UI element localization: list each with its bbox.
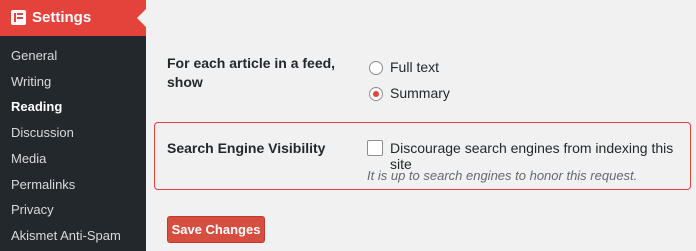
sidebar-item-general[interactable]: General <box>11 48 57 63</box>
discourage-search-checkbox[interactable] <box>367 140 383 156</box>
search-visibility-label: Search Engine Visibility <box>167 140 326 156</box>
sidebar-item-akismet[interactable]: Akismet Anti-Spam <box>11 228 121 243</box>
feed-display-label-line2: show <box>167 74 203 90</box>
sidebar-item-discussion[interactable]: Discussion <box>11 125 74 140</box>
radio-summary-label[interactable]: Summary <box>390 85 450 101</box>
radio-full-text-label[interactable]: Full text <box>390 59 439 75</box>
radio-summary[interactable] <box>369 87 383 101</box>
sidebar-menu-settings[interactable]: Settings <box>0 0 146 36</box>
sidebar-item-reading[interactable]: Reading <box>11 99 62 114</box>
sidebar-menu-settings-label: Settings <box>32 9 92 26</box>
radio-full-text[interactable] <box>369 61 383 75</box>
sidebar-item-media[interactable]: Media <box>11 151 46 166</box>
save-changes-button[interactable]: Save Changes <box>167 216 265 243</box>
settings-icon <box>11 10 26 25</box>
sidebar-item-writing[interactable]: Writing <box>11 74 51 89</box>
feed-display-label-line1: For each article in a feed, <box>167 55 336 71</box>
search-visibility-hint: It is up to search engines to honor this… <box>367 168 638 183</box>
current-menu-arrow <box>137 9 146 27</box>
feed-display-label: For each article in a feed, show <box>167 54 335 92</box>
admin-sidebar: Settings General Writing Reading Discuss… <box>0 0 146 251</box>
sidebar-item-privacy[interactable]: Privacy <box>11 202 54 217</box>
sidebar-item-permalinks[interactable]: Permalinks <box>11 177 75 192</box>
